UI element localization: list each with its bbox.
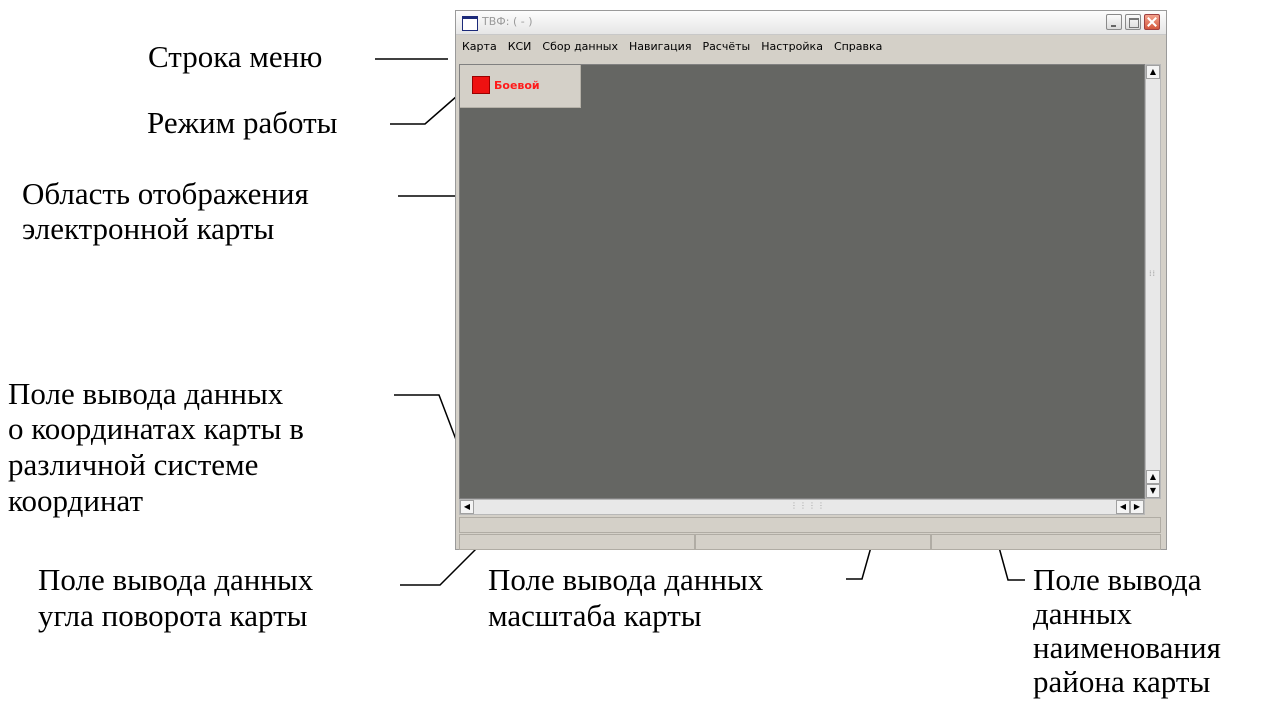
area-name-field <box>931 534 1161 550</box>
scroll-up-small-icon[interactable]: ▲ <box>1146 470 1160 484</box>
minimize-button[interactable] <box>1106 14 1122 30</box>
menu-item-karta[interactable]: Карта <box>456 36 502 58</box>
menu-item-settings[interactable]: Настройка <box>755 36 828 58</box>
horizontal-scrollbar[interactable]: ◀ ⋮⋮⋮⋮ ◀ ▶ <box>459 499 1145 515</box>
vertical-grip-icon[interactable]: ⁞⁞ <box>1149 270 1156 278</box>
scroll-right-icon[interactable]: ▶ <box>1130 500 1144 514</box>
leader-mode <box>390 95 458 125</box>
annotation-scale-line-2: масштаба карты <box>488 598 702 633</box>
annotation-coordinates-line-2: о координатах карты в <box>8 411 304 446</box>
menu-item-calculations[interactable]: Расчёты <box>696 36 755 58</box>
menu-item-navigation[interactable]: Навигация <box>623 36 696 58</box>
scroll-down-icon[interactable]: ▼ <box>1146 484 1160 498</box>
title-bar[interactable]: ТВФ: ( - ) <box>456 11 1166 35</box>
annotation-menu-bar: Строка меню <box>148 39 323 74</box>
menu-item-data-collection[interactable]: Сбор данных <box>536 36 623 58</box>
map-display-area[interactable]: Боевой <box>459 64 1145 499</box>
scale-field <box>695 534 931 550</box>
maximize-button[interactable] <box>1125 14 1141 30</box>
annotation-map-area-line-1: Область отображения <box>22 176 309 211</box>
mode-indicator-icon <box>472 76 490 94</box>
horizontal-grip-icon[interactable]: ⋮⋮⋮⋮ <box>790 501 826 510</box>
coordinates-field <box>459 517 1161 533</box>
annotation-coordinates-line-3: различной системе <box>8 447 259 482</box>
vertical-scrollbar[interactable]: ▲ ⁞⁞ ▲ ▼ <box>1145 64 1161 499</box>
scroll-up-icon[interactable]: ▲ <box>1146 65 1160 79</box>
close-button[interactable] <box>1144 14 1160 30</box>
annotation-rotation-line-2: угла поворота карты <box>38 598 308 633</box>
annotation-scale-line-1: Поле вывода данных <box>488 562 764 597</box>
annotation-mode: Режим работы <box>147 105 338 140</box>
menu-item-help[interactable]: Справка <box>828 36 887 58</box>
app-window-icon <box>462 16 478 31</box>
annotation-coordinates-line-4: координат <box>8 483 144 518</box>
annotation-coordinates-line-1: Поле вывода данных <box>8 376 284 411</box>
mode-label: Боевой <box>494 79 540 92</box>
annotation-area-name-line-4: района карты <box>1033 664 1211 699</box>
window-title: ТВФ: ( - ) <box>482 15 533 28</box>
annotation-area-name-line-2: данных <box>1033 596 1133 631</box>
annotation-map-area-line-2: электронной карты <box>22 211 275 246</box>
app-window: ТВФ: ( - ) Карта КСИ Сбор данных Навигац… <box>455 10 1167 550</box>
annotation-rotation-line-1: Поле вывода данных <box>38 562 314 597</box>
menu-item-ksi[interactable]: КСИ <box>502 36 537 58</box>
scroll-left-small-icon[interactable]: ◀ <box>1116 500 1130 514</box>
scroll-left-icon[interactable]: ◀ <box>460 500 474 514</box>
mode-panel[interactable]: Боевой <box>460 65 581 108</box>
rotation-angle-field <box>459 534 695 550</box>
menu-bar: Карта КСИ Сбор данных Навигация Расчёты … <box>456 36 1166 58</box>
annotation-area-name-line-1: Поле вывода <box>1033 562 1202 597</box>
annotation-area-name-line-3: наименования <box>1033 630 1221 665</box>
